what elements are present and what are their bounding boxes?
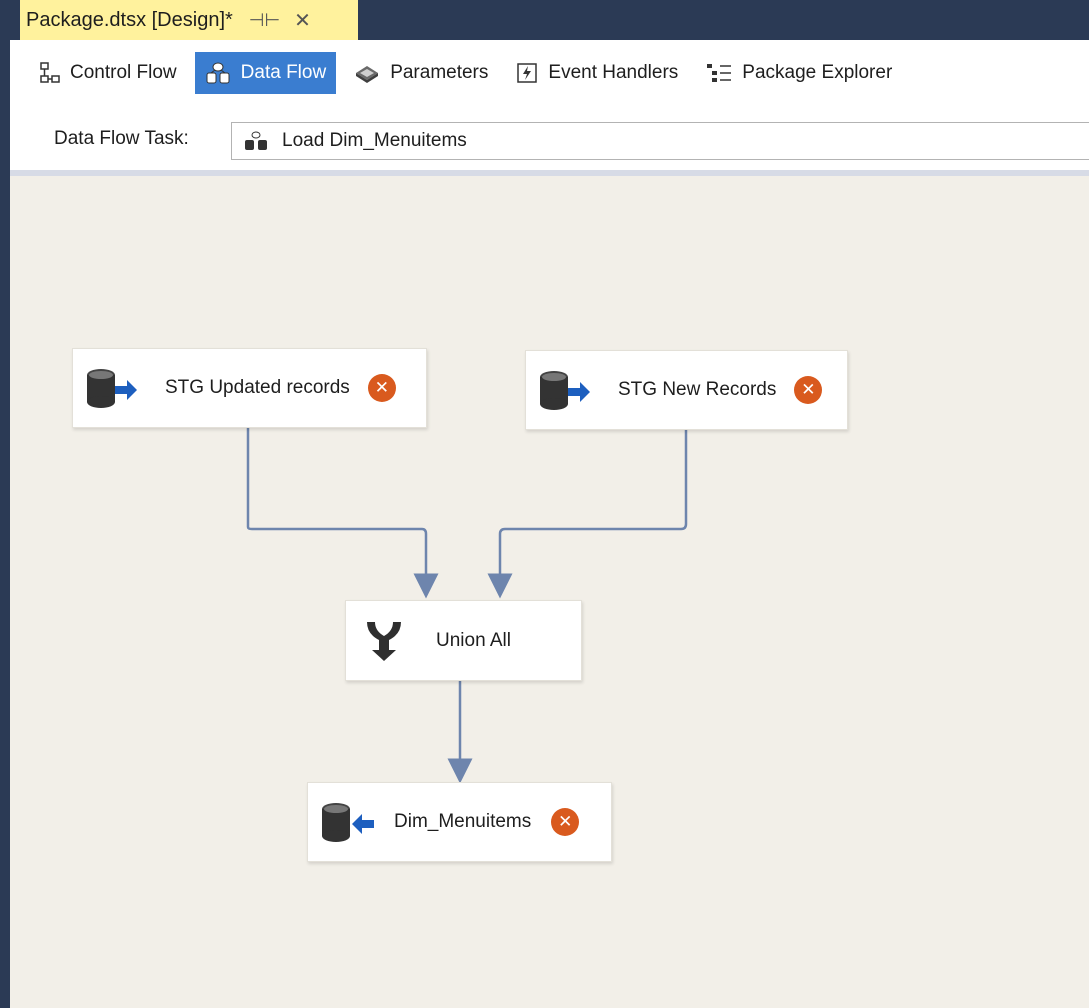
component-label: Union All — [436, 629, 511, 651]
component-union-all[interactable]: Union All — [345, 600, 582, 681]
component-stg-new-records[interactable]: STG New Records ✕ — [525, 350, 848, 430]
error-icon[interactable]: ✕ — [367, 374, 396, 402]
source-icon — [83, 366, 139, 410]
path-stg-updated-to-union — [246, 428, 439, 599]
error-icon[interactable]: ✕ — [794, 376, 823, 404]
component-dim-menuitems[interactable]: Dim_Menuitems ✕ — [307, 782, 612, 862]
component-label: STG Updated records — [165, 377, 350, 398]
source-icon — [536, 368, 592, 412]
component-label: Dim_Menuitems — [394, 811, 532, 832]
path-stg-new-to-union — [487, 430, 688, 599]
error-icon[interactable]: ✕ — [551, 808, 580, 836]
component-label: STG New Records — [618, 379, 777, 400]
union-all-icon — [364, 620, 404, 662]
destination-icon — [318, 800, 374, 844]
component-stg-updated-records[interactable]: STG Updated records ✕ — [72, 348, 427, 428]
